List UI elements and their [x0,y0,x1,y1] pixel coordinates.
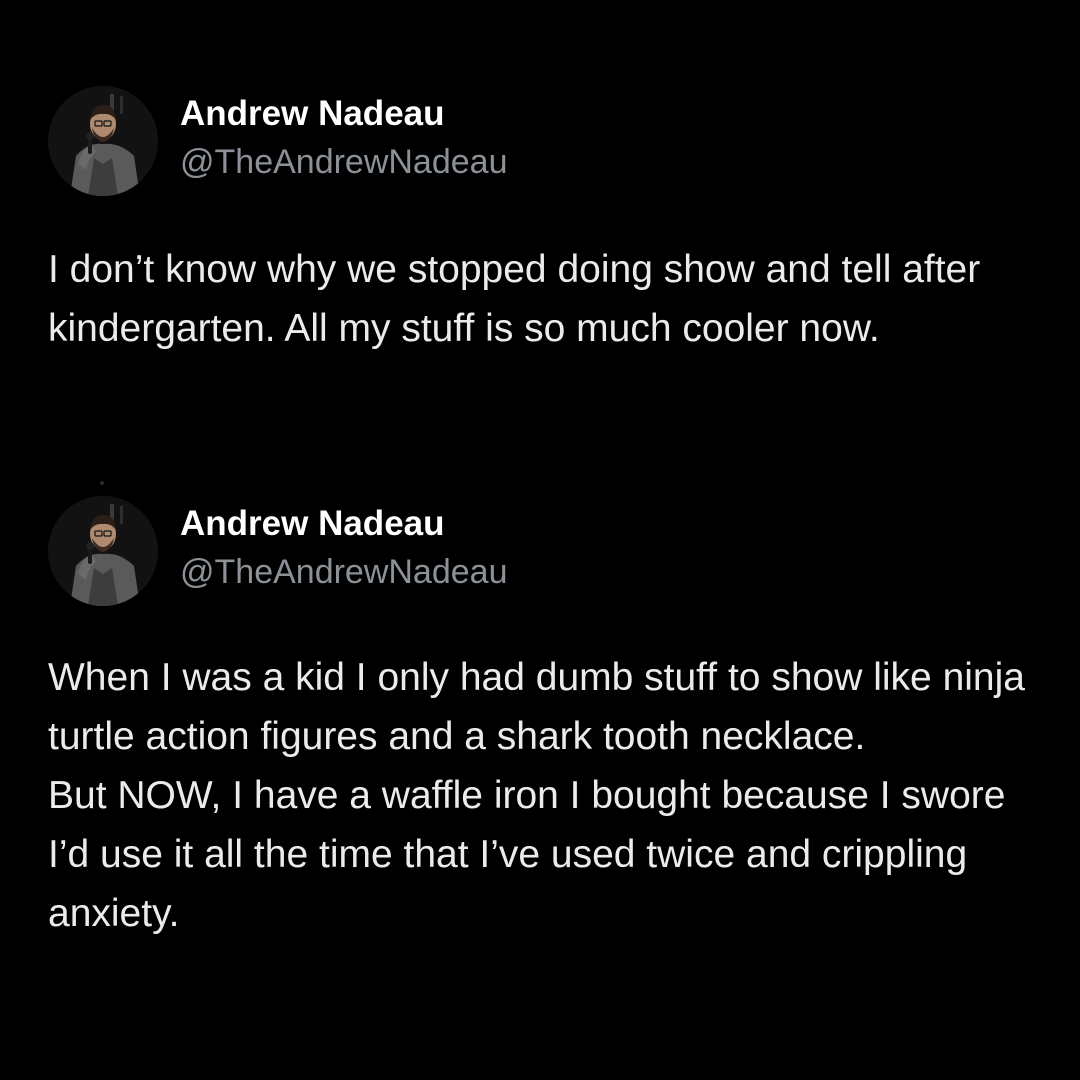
user-handle[interactable]: @TheAndrewNadeau [180,140,507,184]
person-icon [48,86,158,196]
user-handle[interactable]: @TheAndrewNadeau [180,550,507,594]
person-icon [48,496,158,606]
display-name[interactable]: Andrew Nadeau [180,504,507,544]
tweet-header: Andrew Nadeau @TheAndrewNadeau [48,496,1038,606]
tweet-card: Andrew Nadeau @TheAndrewNadeau I don’t k… [48,86,1038,358]
avatar[interactable] [48,496,158,606]
tweet-text: I don’t know why we stopped doing show a… [48,240,1038,358]
tweet-text: When I was a kid I only had dumb stuff t… [48,648,1038,943]
separator-dot [100,481,104,485]
user-names: Andrew Nadeau @TheAndrewNadeau [180,86,507,184]
tweet-paragraph: I don’t know why we stopped doing show a… [48,248,981,350]
tweet-paragraph: When I was a kid I only had dumb stuff t… [48,656,1025,758]
tweet-header: Andrew Nadeau @TheAndrewNadeau [48,86,1038,196]
display-name[interactable]: Andrew Nadeau [180,94,507,134]
user-names: Andrew Nadeau @TheAndrewNadeau [180,496,507,594]
tweet-card: Andrew Nadeau @TheAndrewNadeau When I wa… [48,496,1038,943]
avatar[interactable] [48,86,158,196]
tweet-paragraph: But NOW, I have a waffle iron I bought b… [48,774,1006,935]
